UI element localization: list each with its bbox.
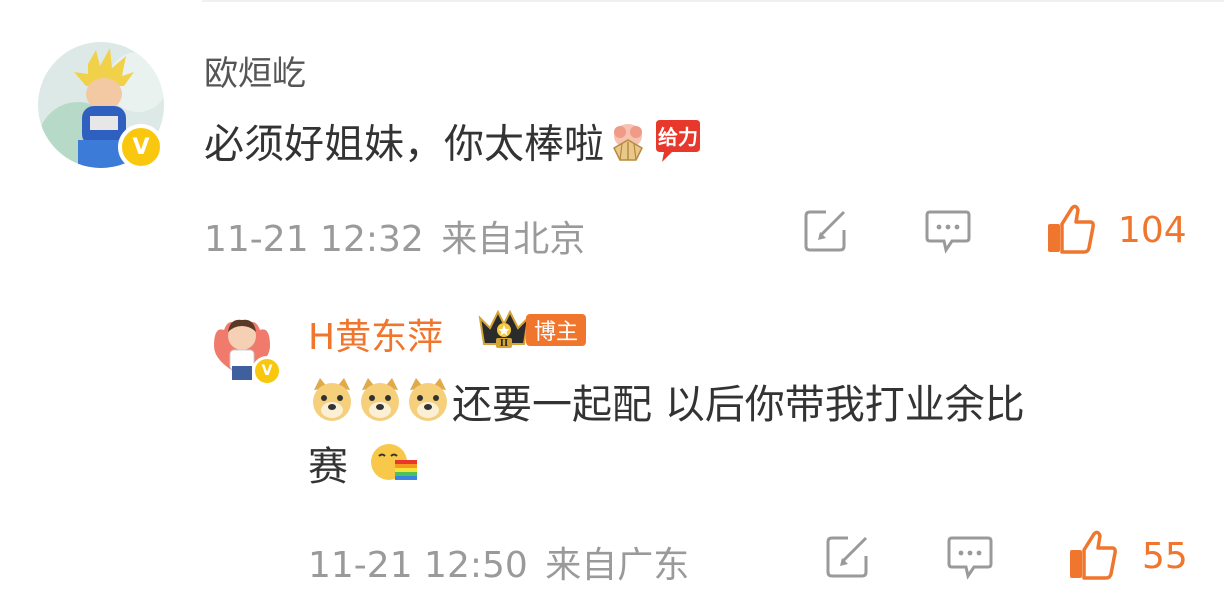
verified-badge: V <box>118 124 164 170</box>
comment-username[interactable]: 欧烜屹 <box>204 46 306 95</box>
comment-meta: 11-21 12:32 来自北京 <box>204 210 585 262</box>
reply-timestamp: 11-21 12:50 <box>308 545 528 586</box>
doge-emoji <box>356 376 404 438</box>
comment-button[interactable] <box>946 534 994 584</box>
reply-text-line1: 还要一起配 以后你带我打业余比 <box>452 382 1025 428</box>
reply-location: 来自广东 <box>545 545 690 586</box>
share-icon <box>804 210 846 252</box>
doge-emoji <box>308 376 356 438</box>
reply-text: 还要一起配 以后你带我打业余比 赛 <box>308 376 1025 500</box>
doge-emoji <box>404 376 452 438</box>
top-divider <box>202 0 1224 2</box>
rainbow-vomit-emoji <box>369 438 419 500</box>
crown-badge: II <box>476 306 532 354</box>
svg-text:给力: 给力 <box>658 125 698 149</box>
like-icon <box>1070 530 1117 580</box>
refuel-emoji: 给力 <box>652 118 704 175</box>
reply-text-line2: 赛 <box>308 444 348 490</box>
like-count: 104 <box>1118 210 1187 251</box>
comment-location: 来自北京 <box>441 219 586 260</box>
like-button[interactable] <box>1068 530 1118 584</box>
like-button[interactable] <box>1046 204 1096 258</box>
comment-icon <box>925 210 971 254</box>
share-button[interactable] <box>824 534 870 584</box>
like-count: 55 <box>1142 536 1188 577</box>
like-icon <box>1048 204 1095 254</box>
comment-text-content: 必须好姐妹，你太棒啦 <box>204 121 604 168</box>
blogger-badge-label: 博主 <box>534 320 579 345</box>
share-button[interactable] <box>802 208 848 258</box>
share-icon <box>826 536 868 578</box>
reply-username[interactable]: H黄东萍 <box>308 308 443 360</box>
comment-icon <box>947 536 993 580</box>
verified-badge: V <box>252 356 282 386</box>
comment-button[interactable] <box>924 208 972 258</box>
fan-emoji <box>606 118 652 175</box>
svg-text:II: II <box>500 339 508 349</box>
comment-text: 必须好姐妹，你太棒啦 给力 <box>204 118 704 175</box>
reply-meta: 11-21 12:50 来自广东 <box>308 536 689 588</box>
comment-timestamp: 11-21 12:32 <box>204 219 424 260</box>
blogger-badge: 博主 <box>526 314 587 346</box>
